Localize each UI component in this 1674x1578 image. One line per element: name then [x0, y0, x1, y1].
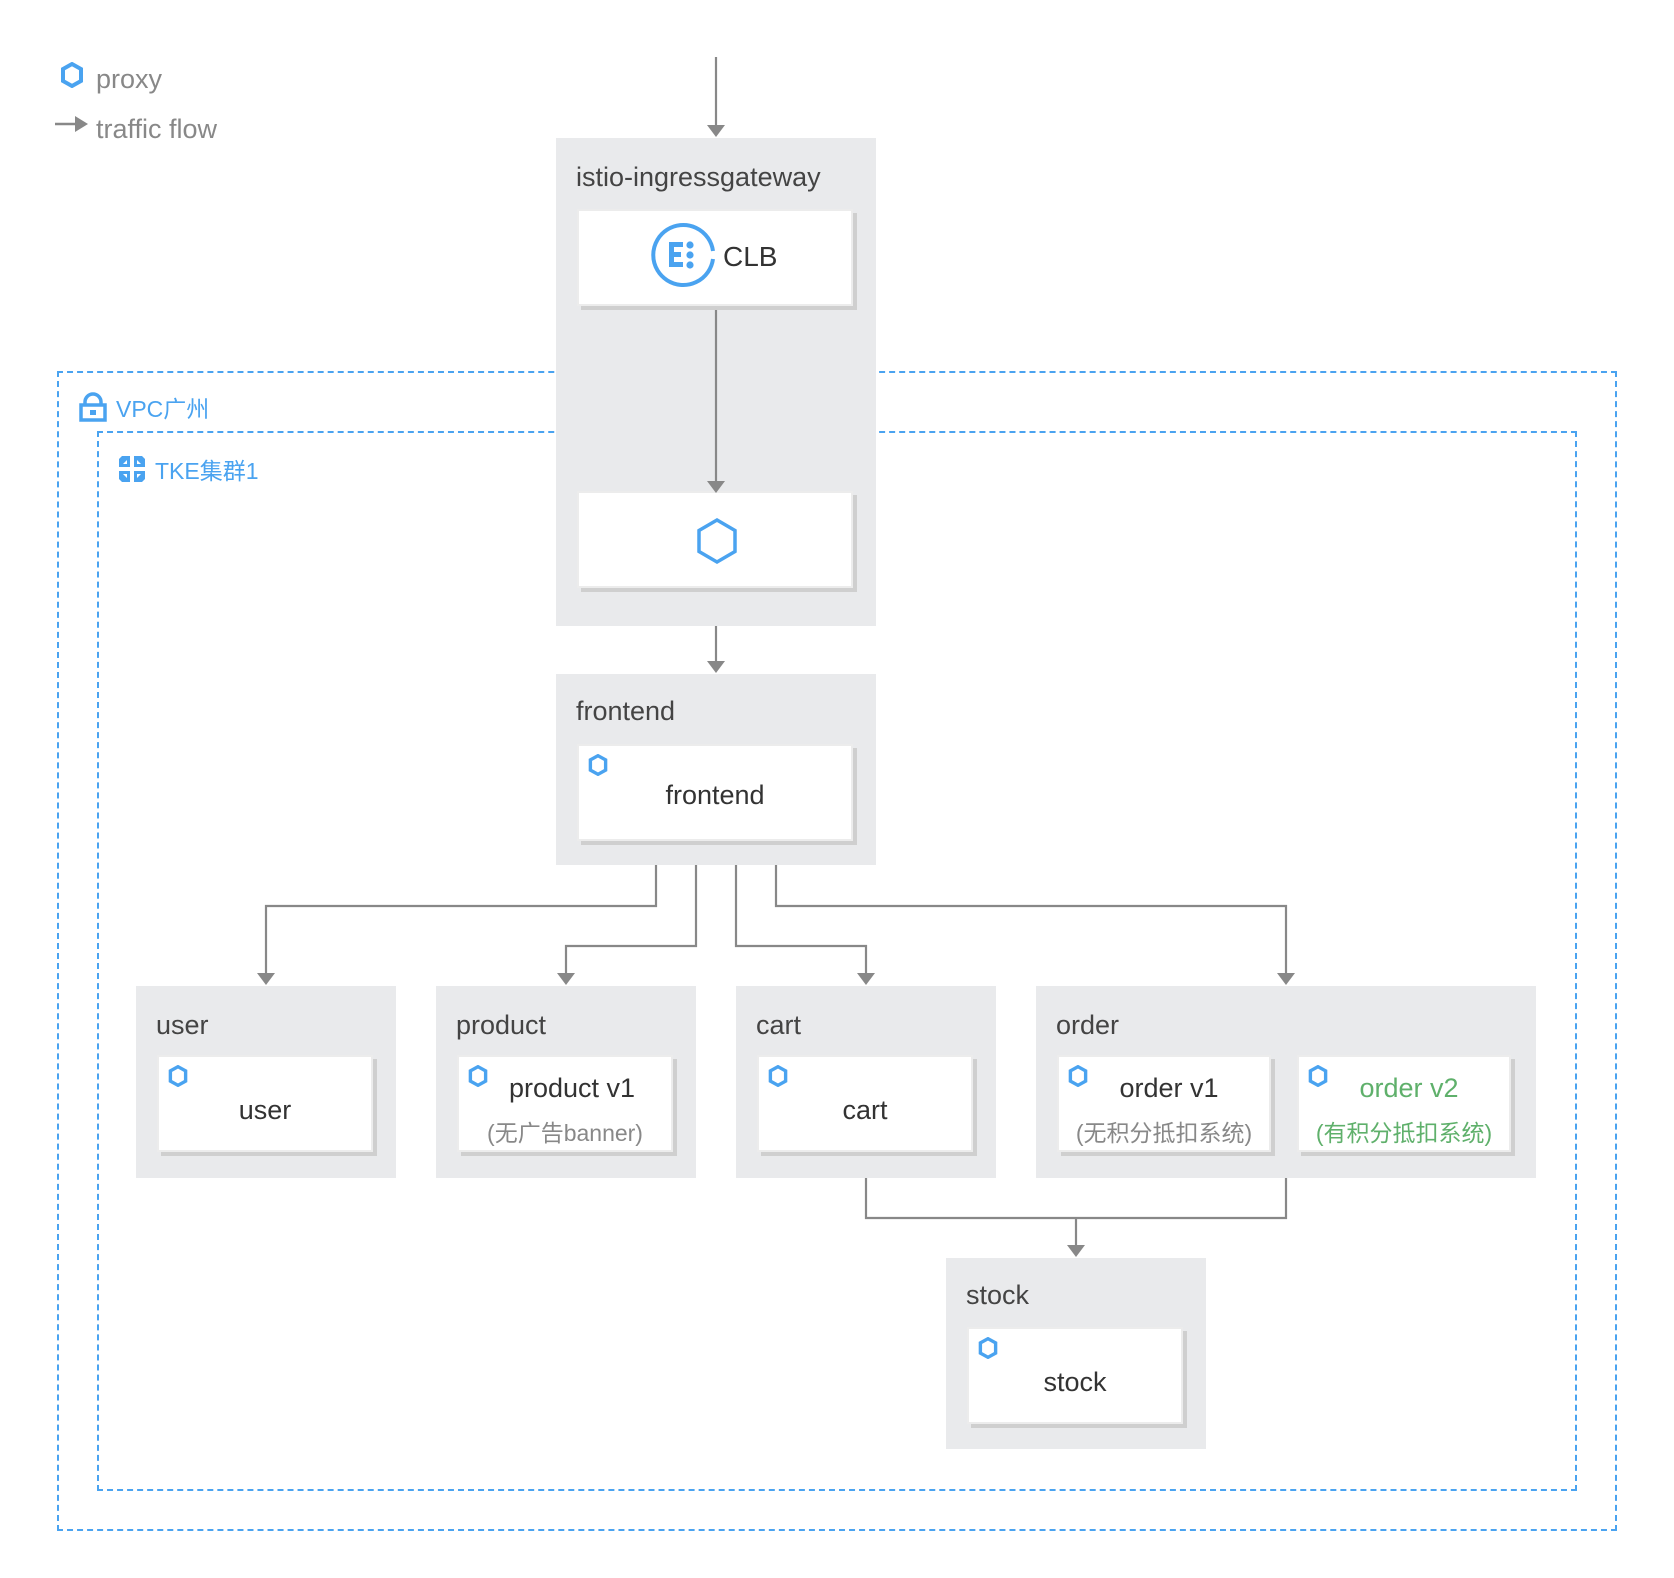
- arrow-right-icon: [55, 116, 88, 132]
- clb-icon: [651, 223, 715, 287]
- cluster-label-text: TKE集群1: [155, 458, 259, 484]
- vpc-zone-label: VPC广州: [78, 390, 209, 424]
- proxy-icon: [697, 517, 737, 565]
- user-title: user: [156, 1010, 209, 1040]
- ingressgateway-title: istio-ingressgateway: [576, 162, 821, 192]
- user-box[interactable]: user user: [136, 986, 396, 1178]
- order-v2-sub: (有积分抵扣系统): [1315, 1120, 1493, 1146]
- cart-title: cart: [756, 1010, 802, 1040]
- order-v2-label: order v2: [1359, 1073, 1459, 1103]
- stock-card[interactable]: stock: [967, 1327, 1183, 1424]
- cart-card[interactable]: cart: [757, 1055, 973, 1152]
- frontend-title: frontend: [576, 696, 676, 726]
- cart-box[interactable]: cart cart: [736, 986, 996, 1178]
- product-v1-card[interactable]: product v1 (无广告banner): [457, 1055, 673, 1152]
- clb-label: CLB: [723, 241, 778, 272]
- cluster-icon: [119, 456, 145, 482]
- proxy-icon: [588, 754, 608, 776]
- order-v1-sub: (无积分抵扣系统): [1075, 1120, 1253, 1146]
- proxy-icon: [768, 1065, 788, 1087]
- frontend-card[interactable]: frontend: [577, 744, 853, 841]
- cart-card-label: cart: [842, 1095, 888, 1125]
- product-title: product: [456, 1010, 547, 1040]
- stock-card-label: stock: [1043, 1367, 1107, 1397]
- frontend-box[interactable]: frontend frontend: [556, 674, 876, 865]
- arrowhead: [707, 125, 725, 137]
- order-v1-card[interactable]: order v1 (无积分抵扣系统): [1057, 1055, 1271, 1152]
- cluster-zone-label: TKE集群1: [117, 452, 259, 486]
- order-title: order: [1056, 1010, 1120, 1040]
- order-v2-card[interactable]: order v2 (有积分抵扣系统): [1297, 1055, 1511, 1152]
- lock-icon: [79, 392, 107, 422]
- legend-proxy-label: proxy: [96, 64, 163, 94]
- stock-title: stock: [966, 1280, 1030, 1310]
- gateway-proxy-card[interactable]: [577, 491, 853, 588]
- user-card-label: user: [238, 1095, 292, 1125]
- proxy-icon: [61, 62, 83, 88]
- proxy-icon: [978, 1337, 998, 1359]
- clb-card[interactable]: CLB: [577, 209, 853, 306]
- legend-traffic-label: traffic flow: [96, 114, 218, 144]
- product-v1-label: product v1: [508, 1073, 636, 1103]
- stock-box[interactable]: stock stock: [946, 1258, 1206, 1449]
- product-box[interactable]: product product v1 (无广告banner): [436, 986, 696, 1178]
- product-v1-sub: (无广告banner): [487, 1120, 643, 1146]
- ingressgateway-box[interactable]: istio-ingressgateway CLB: [556, 138, 876, 626]
- order-v1-label: order v1: [1119, 1073, 1219, 1103]
- user-card[interactable]: user: [157, 1055, 373, 1152]
- proxy-icon: [168, 1065, 188, 1087]
- vpc-label-text: VPC广州: [116, 396, 210, 422]
- frontend-card-label: frontend: [665, 780, 765, 810]
- order-box[interactable]: order order v1 (无积分抵扣系统) order v2 (有积分抵扣…: [1036, 986, 1536, 1178]
